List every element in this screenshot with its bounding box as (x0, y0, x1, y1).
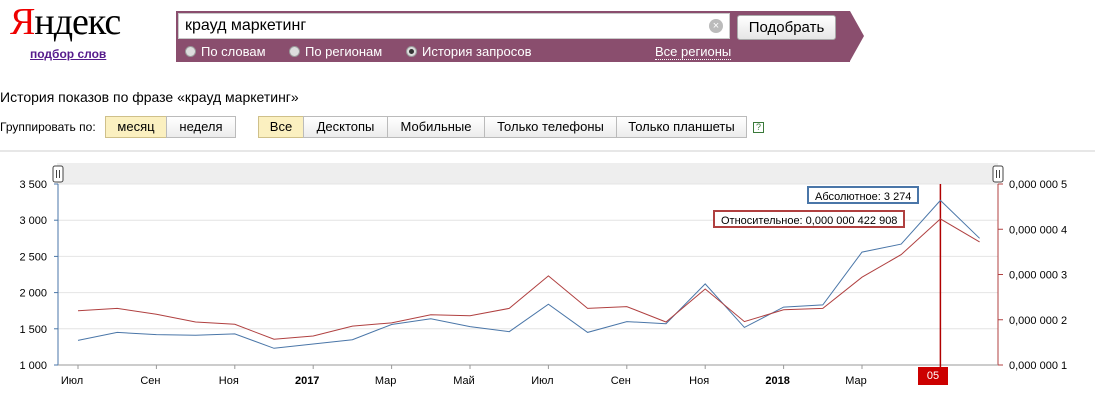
radio-dot-icon (289, 46, 300, 57)
radio-by-regions[interactable]: По регионам (289, 44, 382, 59)
radio-dot-icon (185, 46, 196, 57)
device-tablets-button[interactable]: Только планшеты (616, 116, 747, 138)
series-line-relative (77, 218, 980, 340)
radio-dot-selected-icon (406, 46, 417, 57)
x-tick-label: Июл (531, 375, 553, 387)
device-phones-button[interactable]: Только телефоны (484, 116, 617, 138)
right-tick-label: 0,000 000 1 (1009, 360, 1067, 372)
search-input[interactable]: крауд маркетинг (178, 13, 730, 39)
device-desktop-button[interactable]: Десктопы (303, 116, 388, 138)
radio-label: По регионам (305, 44, 383, 59)
page-title: История показов по фразе «крауд маркетин… (0, 89, 299, 105)
radio-label: По словам (201, 44, 266, 59)
logo-first-letter: Я (10, 1, 35, 43)
x-tick-label: Июл (61, 375, 83, 387)
left-tick-label: 2 500 (19, 251, 47, 263)
right-tick-label: 0,000 000 2 (1009, 315, 1067, 327)
x-tick-label: Ноя (219, 375, 239, 387)
range-handle-left-icon[interactable] (52, 165, 64, 183)
left-tick-label: 3 500 (19, 179, 47, 191)
submit-button[interactable]: Подобрать (737, 15, 836, 40)
help-icon[interactable]: ? (753, 122, 764, 133)
device-mobile-button[interactable]: Мобильные (387, 116, 485, 138)
x-tick-label: 2018 (765, 375, 789, 387)
left-tick-label: 1 000 (19, 360, 47, 372)
group-month-button[interactable]: месяц (105, 116, 167, 138)
right-tick-label: 0,000 000 5 (1009, 179, 1067, 191)
group-week-button[interactable]: неделя (166, 116, 236, 138)
current-month-badge: 05 (918, 367, 948, 385)
history-chart: 1 000 1 500 2 000 2 500 3 000 3 500 0,000 000… (0, 150, 1095, 387)
left-tick-label: 3 000 (19, 215, 47, 227)
radio-by-words[interactable]: По словам (185, 44, 266, 59)
all-regions-link[interactable]: Все регионы (655, 44, 732, 60)
x-tick-label: Ноя (689, 375, 709, 387)
range-handle-right-icon[interactable] (992, 165, 1004, 183)
x-tick-label: Мар (375, 375, 397, 387)
x-tick-label: Сен (611, 375, 631, 387)
wordstat-link[interactable]: подбор слов (30, 47, 106, 61)
radio-history[interactable]: История запросов (406, 44, 532, 59)
x-tick-label: Мар (845, 375, 867, 387)
group-by-label: Группировать по: (0, 120, 96, 134)
logo-rest: ндекс (34, 1, 121, 43)
search-bar-arrow (850, 11, 864, 61)
x-tick-label: 2017 (295, 375, 319, 387)
x-tick-label: Май (453, 375, 475, 387)
range-navigator[interactable] (57, 163, 998, 184)
left-tick-label: 1 500 (19, 324, 47, 336)
tooltip-absolute: Абсолютное: 3 274 (807, 186, 920, 204)
right-tick-label: 0,000 000 4 (1009, 224, 1067, 236)
right-tick-label: 0,000 000 3 (1009, 270, 1067, 282)
left-tick-label: 2 000 (19, 288, 47, 300)
clear-icon[interactable]: × (709, 19, 723, 33)
x-tick-label: Сен (140, 375, 160, 387)
device-all-button[interactable]: Все (258, 116, 304, 138)
radio-label: История запросов (422, 44, 532, 59)
yandex-logo[interactable]: Яндекс (10, 0, 121, 44)
tooltip-relative: Относительное: 0,000 000 422 908 (713, 210, 906, 228)
